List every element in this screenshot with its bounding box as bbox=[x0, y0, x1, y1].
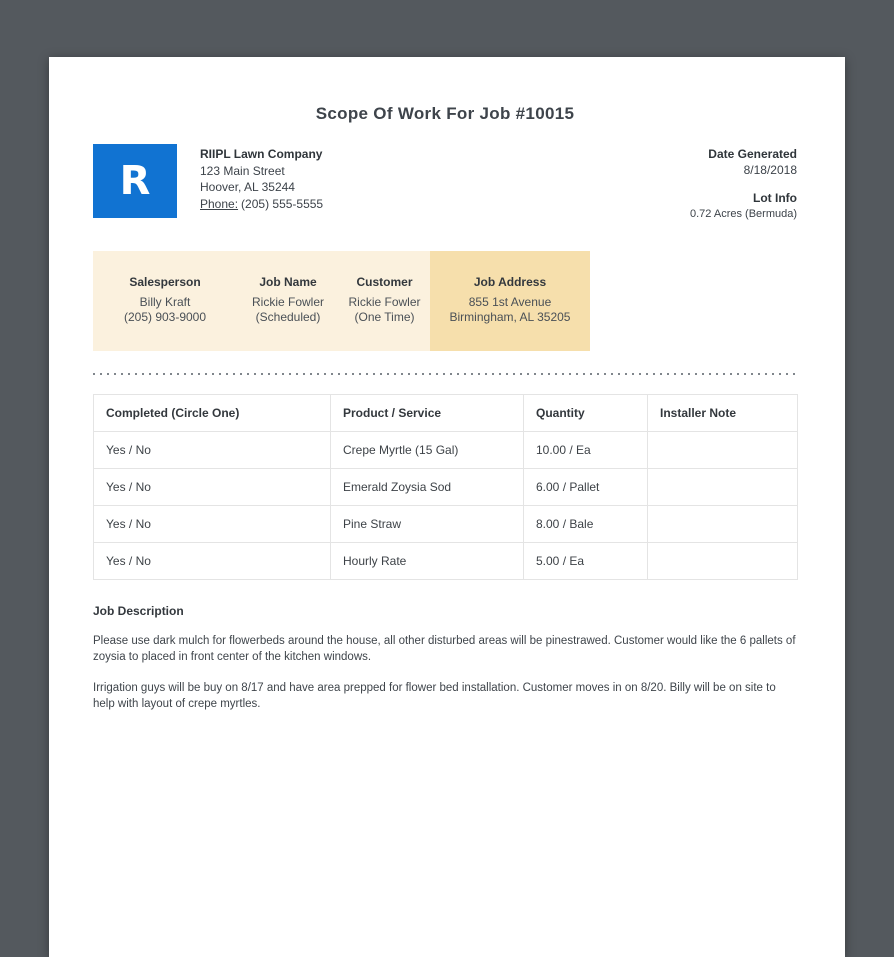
salesperson-name: Billy Kraft bbox=[139, 295, 191, 309]
table-row: Yes / No Crepe Myrtle (15 Gal) 10.00 / E… bbox=[93, 431, 798, 469]
table-row: Yes / No Emerald Zoysia Sod 6.00 / Palle… bbox=[93, 468, 798, 506]
customer-name: Rickie Fowler bbox=[348, 295, 421, 309]
page-title: Scope Of Work For Job #10015 bbox=[315, 104, 575, 123]
date-generated-value: 8/18/2018 bbox=[743, 163, 797, 177]
col-header-quantity: Quantity bbox=[523, 394, 648, 432]
document-header: R RIIPL Lawn Company 123 Main Street Hoo… bbox=[93, 144, 797, 222]
work-items-table: Completed (Circle One) Product / Service… bbox=[93, 394, 798, 580]
job-address-label: Job Address bbox=[473, 275, 547, 289]
cell-completed: Yes / No bbox=[93, 542, 331, 580]
summary-col-job-address: Job Address 855 1st Avenue Birmingham, A… bbox=[430, 251, 590, 351]
cell-product-service: Emerald Zoysia Sod bbox=[330, 468, 524, 506]
customer-type: (One Time) bbox=[354, 310, 415, 324]
salesperson-label: Salesperson bbox=[129, 275, 201, 289]
table-header-row: Completed (Circle One) Product / Service… bbox=[93, 394, 798, 432]
summary-col-salesperson: Salesperson Billy Kraft (205) 903-9000 bbox=[93, 251, 237, 351]
cell-completed: Yes / No bbox=[93, 468, 331, 506]
job-description-paragraph-2: Irrigation guys will be buy on 8/17 and … bbox=[93, 682, 776, 710]
company-logo-letter: R bbox=[119, 158, 151, 204]
company-phone-line: Phone: (205) 555-5555 bbox=[200, 196, 323, 213]
job-name-value: Rickie Fowler bbox=[251, 295, 324, 309]
date-generated-label: Date Generated bbox=[708, 147, 797, 161]
company-name: RIIPL Lawn Company bbox=[200, 147, 323, 161]
cell-quantity: 8.00 / Bale bbox=[523, 505, 648, 543]
cell-quantity: 5.00 / Ea bbox=[523, 542, 648, 580]
table-row: Yes / No Pine Straw 8.00 / Bale bbox=[93, 505, 798, 543]
cell-installer-note bbox=[647, 431, 798, 469]
job-name-label: Job Name bbox=[259, 275, 317, 289]
job-description-paragraph-1: Please use dark mulch for flowerbeds aro… bbox=[93, 635, 796, 663]
cell-installer-note bbox=[647, 468, 798, 506]
summary-col-job-name: Job Name Rickie Fowler (Scheduled) bbox=[237, 251, 339, 351]
table-row: Yes / No Hourly Rate 5.00 / Ea bbox=[93, 542, 798, 580]
salesperson-phone: (205) 903-9000 bbox=[123, 310, 207, 324]
job-name-status: (Scheduled) bbox=[255, 310, 321, 324]
job-summary-bar: Salesperson Billy Kraft (205) 903-9000 J… bbox=[93, 251, 590, 351]
cell-quantity: 10.00 / Ea bbox=[523, 431, 648, 469]
cell-completed: Yes / No bbox=[93, 431, 331, 469]
phone-label: Phone: bbox=[200, 196, 239, 211]
document-viewer-canvas: Scope Of Work For Job #10015 R RIIPL Law… bbox=[0, 57, 894, 957]
company-address-line1: 123 Main Street bbox=[200, 163, 285, 178]
cell-installer-note bbox=[647, 542, 798, 580]
cell-product-service: Crepe Myrtle (15 Gal) bbox=[330, 431, 524, 469]
summary-col-customer: Customer Rickie Fowler (One Time) bbox=[339, 251, 430, 351]
phone-number: (205) 555-5555 bbox=[241, 196, 324, 211]
lot-info-label: Lot Info bbox=[753, 191, 797, 205]
job-description-heading: Job Description bbox=[93, 604, 184, 618]
scope-of-work-page: Scope Of Work For Job #10015 R RIIPL Law… bbox=[49, 57, 845, 957]
dotted-divider bbox=[93, 373, 797, 375]
job-address-city: Birmingham, AL 35205 bbox=[449, 310, 571, 324]
company-address-line2: Hoover, AL 35244 bbox=[200, 180, 295, 194]
job-address-street: 855 1st Avenue bbox=[468, 295, 552, 309]
cell-completed: Yes / No bbox=[93, 505, 331, 543]
col-header-completed: Completed (Circle One) bbox=[93, 394, 331, 432]
document-meta: Date Generated 8/18/2018 Lot Info 0.72 A… bbox=[690, 144, 797, 222]
job-description-section: Job Description Please use dark mulch fo… bbox=[93, 604, 797, 712]
col-header-product-service: Product / Service bbox=[330, 394, 524, 432]
cell-product-service: Pine Straw bbox=[330, 505, 524, 543]
customer-label: Customer bbox=[356, 275, 413, 289]
company-logo: R bbox=[93, 144, 177, 218]
company-info: RIIPL Lawn Company 123 Main Street Hoove… bbox=[200, 144, 323, 222]
cell-quantity: 6.00 / Pallet bbox=[523, 468, 648, 506]
cell-installer-note bbox=[647, 505, 798, 543]
col-header-installer-note: Installer Note bbox=[647, 394, 798, 432]
cell-product-service: Hourly Rate bbox=[330, 542, 524, 580]
lot-info-value: 0.72 Acres (Bermuda) bbox=[690, 208, 797, 220]
